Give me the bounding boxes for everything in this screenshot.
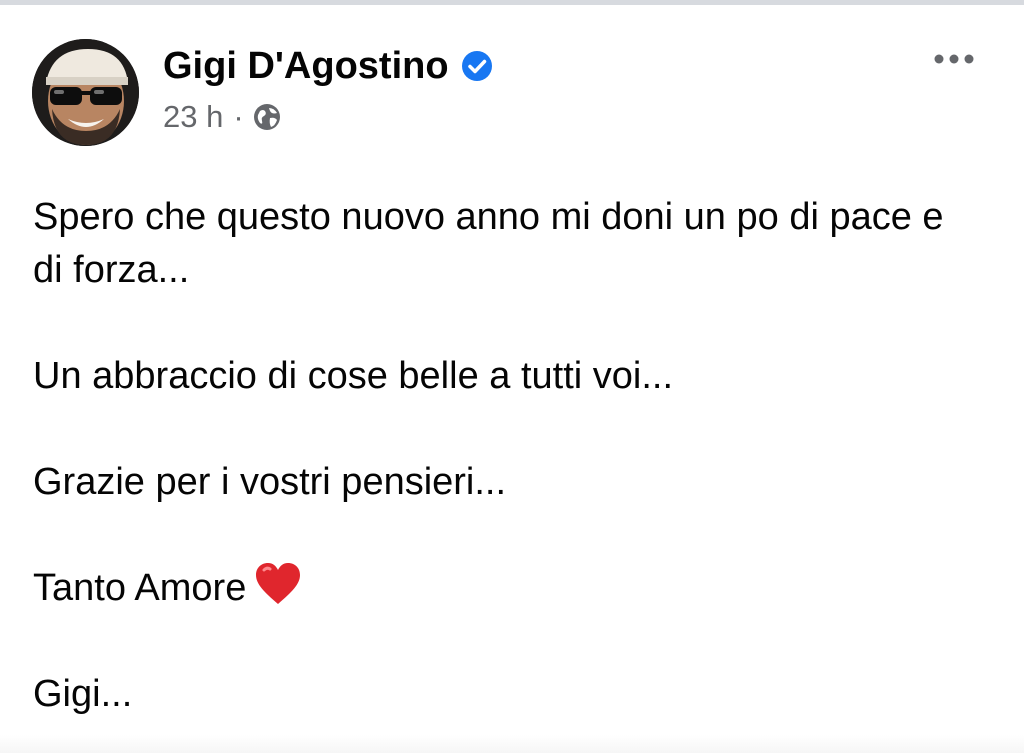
facebook-post: Gigi D'Agostino 23 h · Spero che questo … <box>0 5 1024 753</box>
post-time[interactable]: 23 h <box>163 99 223 135</box>
post-paragraph-5: Gigi... <box>33 673 133 715</box>
post-body: Spero che questo nuovo anno mi doni un p… <box>33 191 953 721</box>
author-name[interactable]: Gigi D'Agostino <box>163 45 449 88</box>
post-paragraph-3: Grazie per i vostri pensieri... <box>33 461 507 503</box>
post-paragraph-1: Spero che questo nuovo anno mi doni un p… <box>33 196 944 291</box>
post-paragraph-4-text: Tanto Amore <box>33 567 247 609</box>
post-paragraph-4: Tanto Amore <box>33 562 953 615</box>
post-paragraph-2: Un abbraccio di cose belle a tutti voi..… <box>33 355 674 397</box>
red-heart-emoji-icon <box>256 563 301 604</box>
verified-badge-icon <box>461 51 492 81</box>
bottom-fade <box>0 735 1024 753</box>
avatar-image <box>32 39 139 146</box>
meta-separator: · <box>233 99 244 134</box>
author-avatar[interactable] <box>32 39 139 146</box>
post-meta: 23 h · <box>163 99 282 135</box>
globe-icon[interactable] <box>252 102 282 132</box>
author-header: Gigi D'Agostino <box>163 43 493 89</box>
more-options-icon[interactable] <box>932 47 976 71</box>
